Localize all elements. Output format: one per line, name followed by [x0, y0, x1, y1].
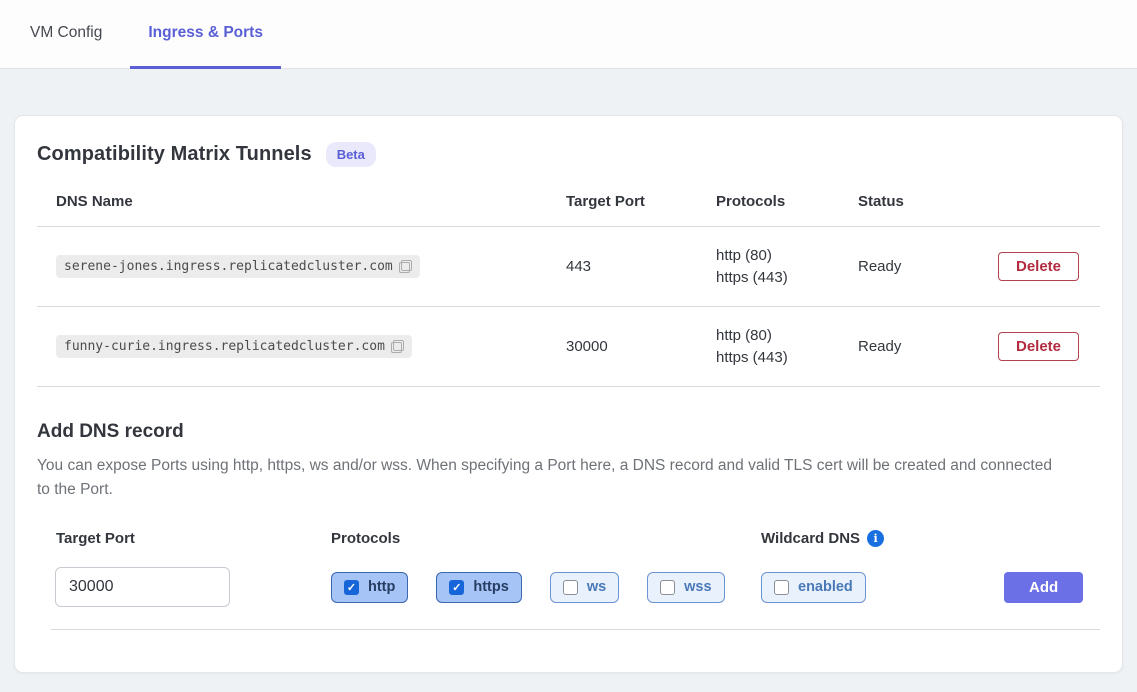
wildcard-enabled-checkbox[interactable]: enabled — [761, 572, 866, 603]
bottom-divider — [51, 629, 1100, 630]
column-header-dns: DNS Name — [37, 193, 566, 210]
status-value: Ready — [858, 258, 998, 275]
protocol-checkbox-wss[interactable]: wss — [647, 572, 724, 603]
card-title: Compatibility Matrix Tunnels — [37, 143, 312, 166]
dns-name-pill: funny-curie.ingress.replicatedcluster.co… — [56, 335, 412, 358]
protocol-line: https (443) — [716, 267, 858, 289]
protocol-line: http (80) — [716, 245, 858, 267]
delete-button[interactable]: Delete — [998, 252, 1079, 281]
target-port-input[interactable] — [55, 567, 230, 607]
add-button[interactable]: Add — [1004, 572, 1083, 603]
protocol-line: https (443) — [716, 347, 858, 369]
dns-name-text: serene-jones.ingress.replicatedcluster.c… — [64, 259, 393, 274]
column-header-target-port: Target Port — [566, 193, 716, 210]
target-port-value: 30000 — [566, 338, 716, 355]
table-row: serene-jones.ingress.replicatedcluster.c… — [37, 227, 1100, 307]
tab-bar: VM Config Ingress & Ports — [0, 0, 1137, 69]
dns-name-text: funny-curie.ingress.replicatedcluster.co… — [64, 339, 385, 354]
status-value: Ready — [858, 338, 998, 355]
target-port-label: Target Port — [37, 530, 323, 547]
checkbox-icon — [449, 580, 464, 595]
table-header-row: DNS Name Target Port Protocols Status — [37, 193, 1100, 227]
checkbox-icon — [660, 580, 675, 595]
protocol-checkbox-ws[interactable]: ws — [550, 572, 619, 603]
target-port-value: 443 — [566, 258, 716, 275]
copy-icon[interactable] — [399, 260, 412, 273]
table-row: funny-curie.ingress.replicatedcluster.co… — [37, 307, 1100, 387]
checkbox-icon — [563, 580, 578, 595]
add-dns-form: Target Port Protocols Wildcard DNS i htt… — [37, 530, 1100, 607]
delete-button[interactable]: Delete — [998, 332, 1079, 361]
tunnels-card: Compatibility Matrix Tunnels Beta DNS Na… — [14, 115, 1123, 673]
add-dns-record-section: Add DNS record You can expose Ports usin… — [37, 421, 1100, 630]
tunnels-table: DNS Name Target Port Protocols Status se… — [37, 193, 1100, 387]
protocol-options: http https ws wss — [323, 572, 758, 603]
info-icon[interactable]: i — [867, 530, 884, 547]
copy-icon[interactable] — [391, 340, 404, 353]
add-dns-record-title: Add DNS record — [37, 421, 1100, 443]
beta-badge: Beta — [326, 142, 376, 167]
tab-vm-config[interactable]: VM Config — [12, 0, 120, 69]
tab-ingress-ports[interactable]: Ingress & Ports — [130, 0, 281, 69]
dns-name-pill: serene-jones.ingress.replicatedcluster.c… — [56, 255, 420, 278]
wildcard-dns-label: Wildcard DNS i — [758, 530, 1004, 547]
checkbox-icon — [774, 580, 789, 595]
protocol-checkbox-https[interactable]: https — [436, 572, 521, 603]
protocols-label: Protocols — [323, 530, 758, 547]
protocols-cell: http (80) https (443) — [716, 245, 858, 289]
protocols-cell: http (80) https (443) — [716, 325, 858, 369]
protocol-checkbox-http[interactable]: http — [331, 572, 408, 603]
add-dns-record-description: You can expose Ports using http, https, … — [37, 454, 1057, 502]
column-header-protocols: Protocols — [716, 193, 858, 210]
checkbox-icon — [344, 580, 359, 595]
column-header-status: Status — [858, 193, 998, 210]
protocol-line: http (80) — [716, 325, 858, 347]
